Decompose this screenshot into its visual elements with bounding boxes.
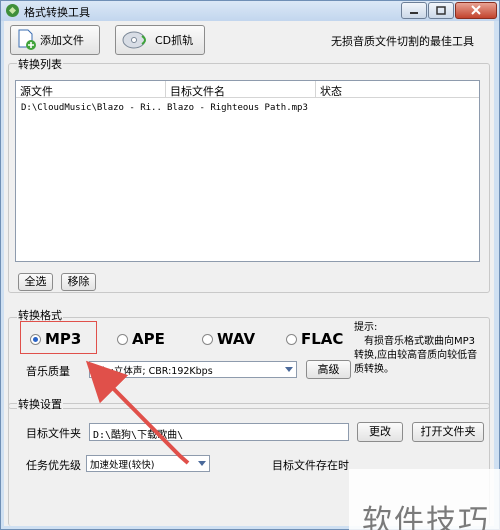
maximize-icon xyxy=(436,6,446,15)
maximize-button[interactable] xyxy=(428,2,454,19)
quality-select[interactable]: ode:立体声; CBR:192Kbps xyxy=(89,361,297,378)
quality-value: ode:立体声; CBR:192Kbps xyxy=(93,366,213,377)
mp3-highlight-box xyxy=(20,321,97,354)
add-files-button[interactable]: 添加文件 xyxy=(10,25,100,55)
chevron-down-icon xyxy=(285,367,293,372)
format-radio-wav[interactable]: WAV xyxy=(202,330,255,348)
target-folder-input[interactable]: D:\酷狗\下载歌曲\ xyxy=(89,423,349,441)
add-file-icon xyxy=(18,29,36,50)
column-header-source[interactable]: 源文件 xyxy=(16,81,166,98)
priority-select[interactable]: 加速处理(较快) xyxy=(86,455,210,472)
file-list-group-label: 转换列表 xyxy=(17,56,63,72)
format-radio-flac[interactable]: FLAC xyxy=(286,330,343,348)
slogan-text: 无损音质文件切割的最佳工具 xyxy=(331,35,474,48)
hint-title: 提示: xyxy=(354,322,378,333)
row-source-cell: D:\CloudMusic\Blazo - Ri.. xyxy=(21,103,162,113)
cd-rip-button[interactable]: CD抓轨 xyxy=(115,25,205,55)
watermark-text: 软件技巧 xyxy=(362,504,490,530)
priority-label: 任务优先级 xyxy=(26,459,81,472)
table-row[interactable]: D:\CloudMusic\Blazo - Ri.. Blazo - Right… xyxy=(16,101,479,117)
column-header-target[interactable]: 目标文件名 xyxy=(166,81,316,98)
row-target-cell: Blazo - Righteous Path.mp3 xyxy=(167,103,308,113)
app-icon xyxy=(6,4,19,17)
column-header-status[interactable]: 状态 xyxy=(316,81,479,98)
advanced-button[interactable]: 高级 xyxy=(306,360,351,379)
radio-icon xyxy=(202,333,213,345)
cd-icon xyxy=(122,31,146,49)
format-radio-ape[interactable]: APE xyxy=(117,330,165,348)
add-files-label: 添加文件 xyxy=(40,34,84,47)
minimize-button[interactable] xyxy=(401,2,427,19)
quality-label: 音乐质量 xyxy=(26,365,70,378)
title-bar[interactable]: 格式转换工具 xyxy=(1,1,499,21)
cd-rip-label: CD抓轨 xyxy=(155,34,194,47)
close-icon xyxy=(471,5,481,15)
format-ape-label: APE xyxy=(132,330,165,348)
close-button[interactable] xyxy=(455,2,497,19)
chevron-down-icon xyxy=(198,461,206,466)
target-folder-label: 目标文件夹 xyxy=(26,427,81,440)
change-folder-button[interactable]: 更改 xyxy=(357,422,403,442)
radio-icon xyxy=(117,333,128,345)
priority-value: 加速处理(较快) xyxy=(90,460,155,471)
hint-panel: 提示: 有损音乐格式歌曲向MP3转换,应由较高音质向较低音质转换。 xyxy=(354,321,484,377)
radio-icon xyxy=(286,333,297,345)
window-title: 格式转换工具 xyxy=(24,6,90,19)
hint-body: 有损音乐格式歌曲向MP3转换,应由较高音质向较低音质转换。 xyxy=(354,336,478,375)
minimize-icon xyxy=(410,12,418,14)
format-flac-label: FLAC xyxy=(301,330,344,348)
file-exists-label: 目标文件存在时 xyxy=(272,459,349,472)
remove-button[interactable]: 移除 xyxy=(61,273,96,291)
file-list-table[interactable]: 源文件 目标文件名 状态 D:\CloudMusic\Blazo - Ri.. … xyxy=(15,80,480,262)
open-folder-button[interactable]: 打开文件夹 xyxy=(412,422,484,442)
main-panel: 添加文件 CD抓轨 无损音质文件切割的最佳工具 转换列表 源文件 目标文件名 状… xyxy=(4,21,500,530)
format-wav-label: WAV xyxy=(217,330,256,348)
select-all-button[interactable]: 全选 xyxy=(18,273,53,291)
settings-group-label: 转换设置 xyxy=(17,396,63,412)
